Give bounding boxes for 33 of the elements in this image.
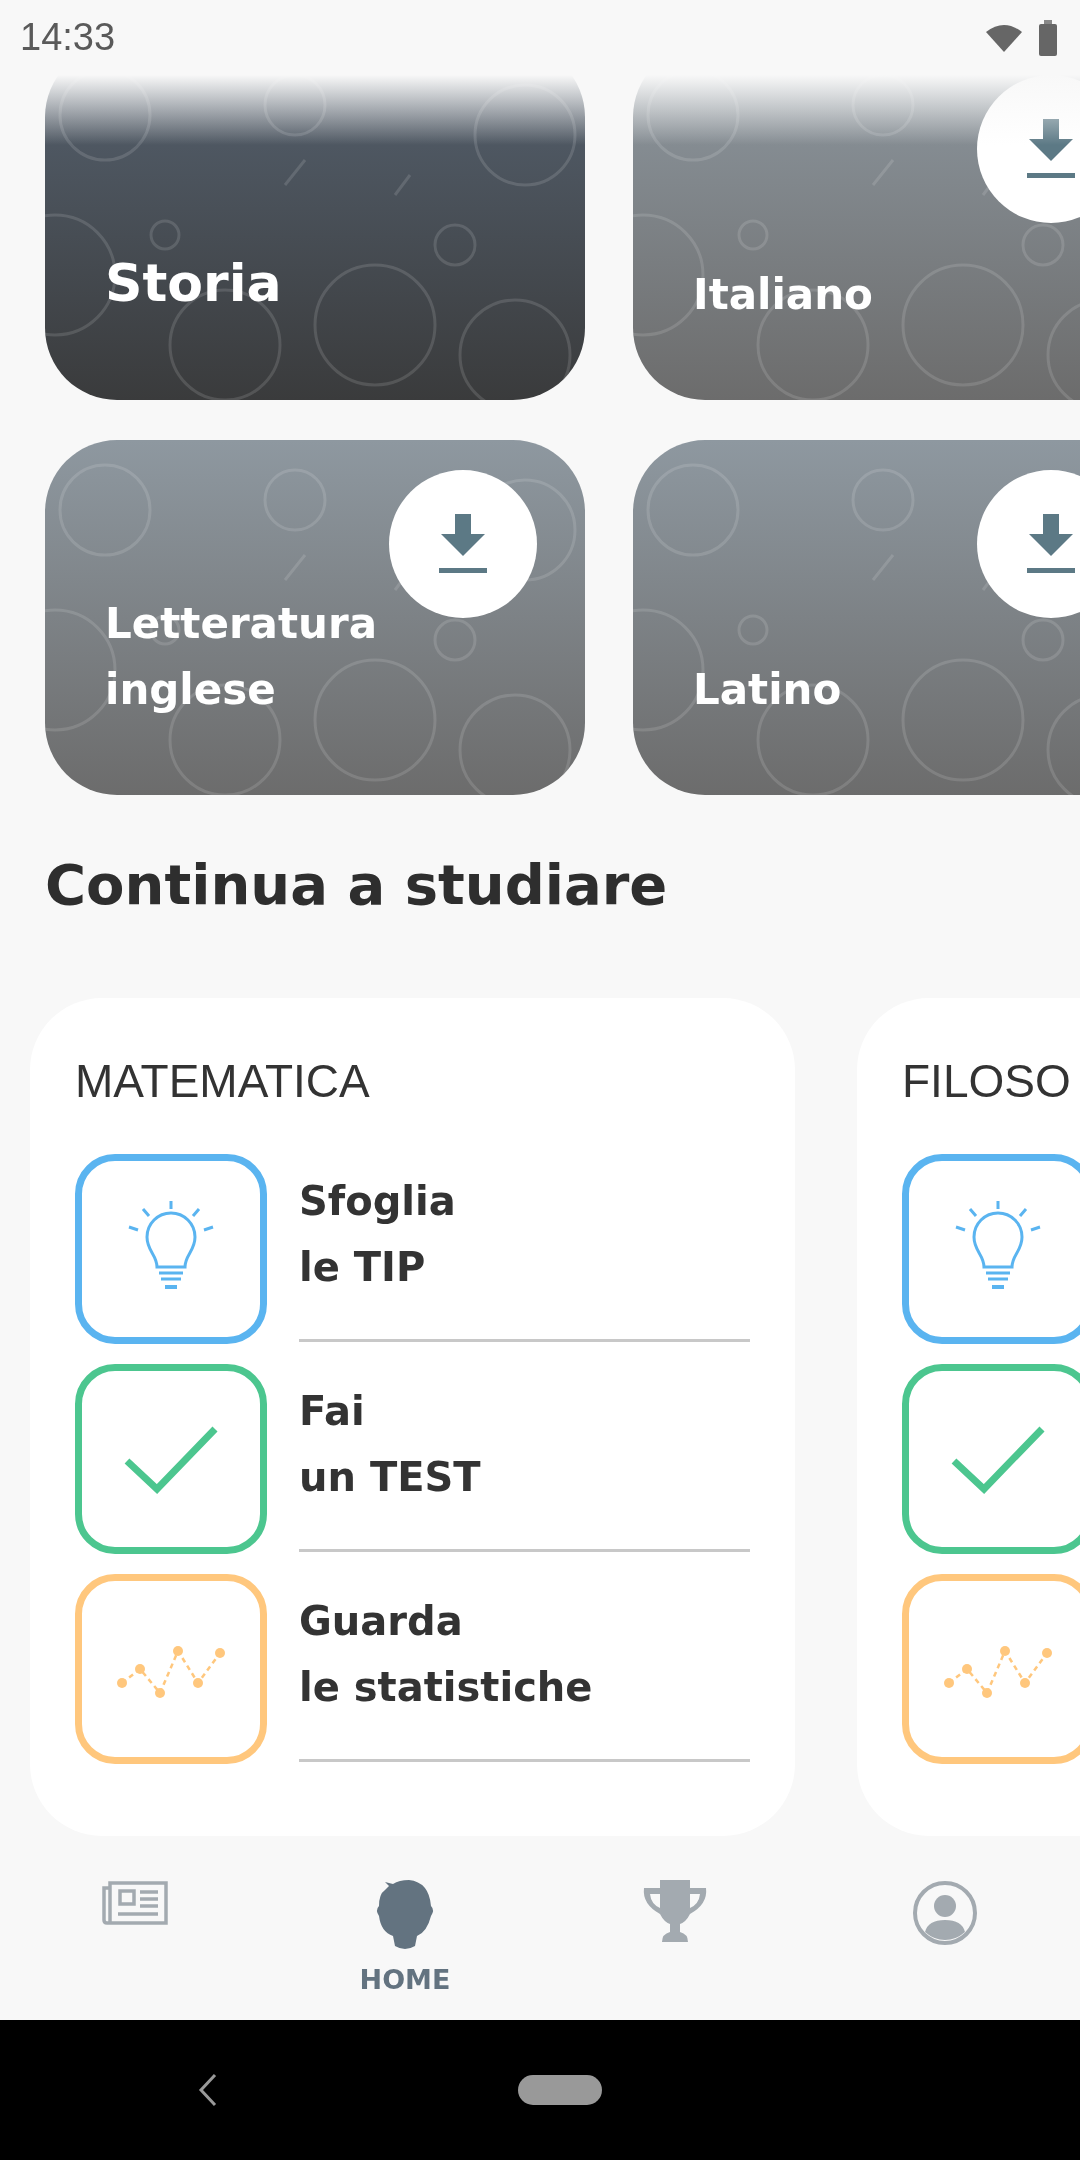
subject-title: Latino	[693, 664, 843, 716]
head-icon	[375, 1880, 435, 1952]
subject-card[interactable]: Storia	[45, 75, 585, 400]
action-button[interactable]	[902, 1364, 1080, 1554]
subject-title: Letteratura inglese	[105, 598, 378, 716]
trophy-icon	[642, 1880, 708, 1942]
section-title: Continua a studiare	[45, 851, 669, 919]
battery-icon	[1038, 19, 1058, 56]
wifi-icon	[986, 23, 1022, 52]
subject-title: Italiano	[693, 269, 874, 321]
action-button[interactable]	[75, 1364, 267, 1554]
subject-name: FILOSO	[902, 1054, 1072, 1109]
back-icon[interactable]	[198, 2073, 218, 2107]
action-button[interactable]	[902, 1154, 1080, 1344]
subject-card[interactable]: Italiano	[633, 75, 1080, 400]
download-icon	[439, 514, 487, 574]
download-icon	[1027, 514, 1075, 574]
action-label[interactable]: Guarda le statistiche	[299, 1588, 593, 1720]
action-button[interactable]	[75, 1574, 267, 1764]
action-button[interactable]	[75, 1154, 267, 1344]
subject-card[interactable]: Latino	[633, 440, 1080, 795]
action-label[interactable]: Sfoglia le TIP	[299, 1168, 456, 1300]
action-button[interactable]	[902, 1574, 1080, 1764]
subject-card[interactable]: Letteratura inglese	[45, 440, 585, 795]
download-icon	[1027, 119, 1075, 179]
subject-title: Storia	[105, 252, 283, 315]
profile-icon	[912, 1880, 978, 1946]
subject-name: MATEMATICA	[75, 1054, 371, 1109]
home-pill[interactable]	[518, 2075, 602, 2105]
newspaper-icon	[102, 1880, 168, 1926]
action-label[interactable]: Fai un TEST	[299, 1378, 481, 1510]
status-time: 14:33	[20, 16, 116, 59]
nav-tab[interactable]: HOME	[270, 1855, 540, 2020]
